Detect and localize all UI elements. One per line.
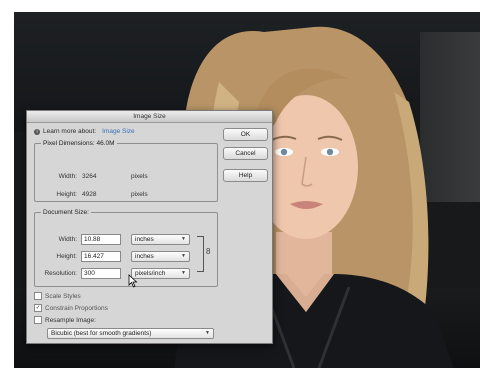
resolution-label: Resolution: [44, 270, 77, 277]
chain-link-icon: 8 [206, 247, 211, 256]
resolution-input[interactable]: 300 [81, 268, 121, 279]
scale-styles-checkbox[interactable] [34, 292, 42, 300]
chevron-down-icon: ▼ [181, 236, 186, 242]
pixel-width-unit: pixels [131, 173, 148, 180]
pixel-height-label: Height: [56, 191, 77, 198]
doc-height-input[interactable]: 16.427 [81, 251, 121, 262]
doc-height-unit-select[interactable]: inches ▼ [131, 251, 190, 262]
help-button[interactable]: Help [223, 169, 268, 182]
doc-width-unit-value: inches [135, 236, 154, 243]
resample-method-select[interactable]: Bicubic (best for smooth gradients) ▼ [47, 328, 214, 339]
mouse-cursor-icon [128, 274, 138, 288]
resample-method-value: Bicubic (best for smooth gradients) [51, 330, 152, 337]
resolution-unit-select[interactable]: pixels/inch ▼ [131, 268, 190, 279]
resample-option[interactable]: Resample Image: [34, 316, 96, 324]
constrain-label: Constrain Proportions [45, 304, 108, 312]
ok-button[interactable]: OK [223, 128, 268, 141]
learn-more-label: Learn more about: [43, 128, 97, 135]
doc-width-unit-select[interactable]: inches ▼ [131, 234, 190, 245]
doc-width-input[interactable]: 10.88 [81, 234, 121, 245]
constrain-bracket [197, 236, 204, 272]
resample-checkbox[interactable] [34, 316, 42, 324]
pixel-height-unit: pixels [131, 191, 148, 198]
constrain-checkbox[interactable]: ✓ [34, 304, 42, 312]
doc-width-label: Width: [58, 236, 77, 243]
dialog-title: Image Size [27, 111, 272, 123]
scale-styles-label: Scale Styles [45, 292, 81, 300]
pixel-dimensions-legend: Pixel Dimensions: 46.0M [43, 140, 115, 147]
chevron-down-icon: ▼ [205, 330, 210, 336]
info-icon: i [34, 128, 40, 135]
pixel-width-value: 3264 [82, 173, 97, 180]
chevron-down-icon: ▼ [181, 253, 186, 259]
resolution-unit-value: pixels/inch [135, 270, 166, 277]
pixel-width-label: Width: [58, 173, 77, 180]
learn-more-link[interactable]: Image Size [102, 128, 135, 135]
document-size-legend: Document Size: [43, 209, 89, 216]
doc-height-unit-value: inches [135, 253, 154, 260]
resample-label: Resample Image: [45, 316, 96, 324]
image-size-dialog: Image Size i Learn more about: Image Siz… [26, 110, 273, 344]
cancel-button[interactable]: Cancel [223, 147, 268, 160]
chevron-down-icon: ▼ [181, 270, 186, 276]
learn-more: i Learn more about: Image Size [34, 128, 135, 135]
constrain-option[interactable]: ✓ Constrain Proportions [34, 304, 108, 312]
scale-styles-option[interactable]: Scale Styles [34, 292, 81, 300]
pixel-height-value: 4928 [82, 191, 97, 198]
doc-height-label: Height: [56, 253, 77, 260]
